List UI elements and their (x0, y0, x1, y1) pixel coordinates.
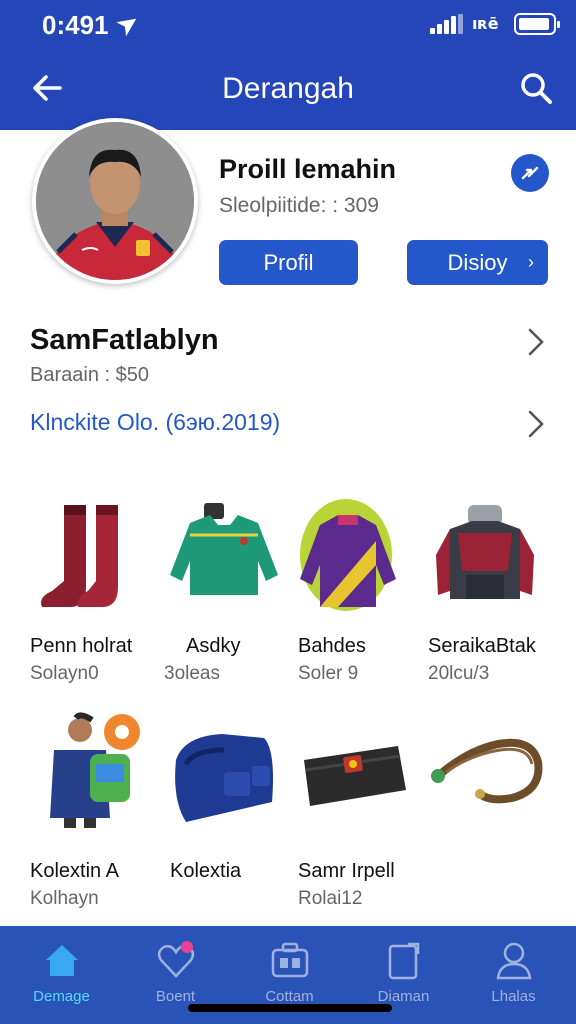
profile-subtitle: Sleolpiitide: : 309 (219, 194, 379, 217)
player-portrait-icon (36, 122, 194, 280)
svg-text:ıʀē: ıʀē (472, 14, 499, 33)
avatar[interactable] (32, 118, 198, 284)
battery-icon (514, 13, 560, 35)
location-arrow-icon: ➤ (112, 7, 145, 42)
display-button-label: Disioy (447, 250, 508, 275)
nav-label: Diaman (377, 988, 430, 1005)
red-boots-icon (41, 505, 118, 607)
item-price: Rolai12 (298, 888, 363, 909)
profile-name: Proill lemahin (219, 154, 397, 184)
collection-subtitle: Baraain : $50 (30, 364, 149, 386)
wifi-icon: ıʀē (472, 12, 508, 39)
item-name: SeraikaBtak (428, 635, 536, 657)
nav-label: Boent (155, 988, 196, 1005)
toolbox-icon (271, 942, 309, 978)
wallet-icon (304, 746, 406, 806)
blue-bag-icon (175, 734, 273, 822)
signal-icon (430, 14, 464, 34)
nav-label: Lhalas (491, 988, 536, 1005)
purple-jersey-icon (300, 499, 396, 611)
search-button[interactable] (514, 66, 558, 110)
profile-icon (496, 942, 532, 980)
profile-content: Proill lemahin Sleolpiitide: : 309 Profi… (0, 118, 576, 926)
page-title: Derangah (222, 72, 354, 105)
collection-link[interactable]: Klnckite Olo. (6эю.2019) (30, 409, 280, 436)
share-button[interactable] (511, 154, 549, 192)
nav-label: Demage (33, 988, 90, 1005)
collection-title[interactable]: SamFatlablyn (30, 324, 219, 357)
item-price: Kolhayn (30, 888, 99, 909)
search-icon (521, 73, 552, 104)
armor-icon (436, 505, 534, 599)
share-icon (521, 166, 539, 180)
item-name: Samr Irpell (298, 860, 395, 882)
heart-icon (157, 941, 195, 978)
avatar-backpack-icon (50, 712, 140, 828)
nav-label: Cottam (265, 988, 314, 1005)
green-jersey-icon (170, 503, 278, 595)
status-time: 0:491 (42, 10, 109, 40)
item-name: Penn holrat (30, 635, 133, 657)
status-bar: 0:491 ➤ ıʀē (0, 0, 576, 48)
chevron-right-icon[interactable] (520, 324, 550, 360)
home-indicator[interactable] (188, 1004, 392, 1012)
home-icon (46, 945, 78, 976)
chevron-right-icon[interactable] (520, 406, 550, 442)
leather-strap-icon (431, 738, 543, 804)
clipboard-icon (388, 942, 420, 980)
app-bar: Derangah (0, 48, 576, 130)
item-price: 20lcu/3 (428, 663, 490, 684)
item-name: Kolextin A (30, 860, 119, 882)
nav-item-home[interactable]: Demage (4, 926, 119, 1024)
profile-button[interactable]: Profil (219, 240, 358, 285)
display-button[interactable]: Disioy › (407, 240, 548, 285)
chevron-right-icon: › (528, 252, 534, 272)
nav-item-profile[interactable]: Lhalas (456, 926, 571, 1024)
